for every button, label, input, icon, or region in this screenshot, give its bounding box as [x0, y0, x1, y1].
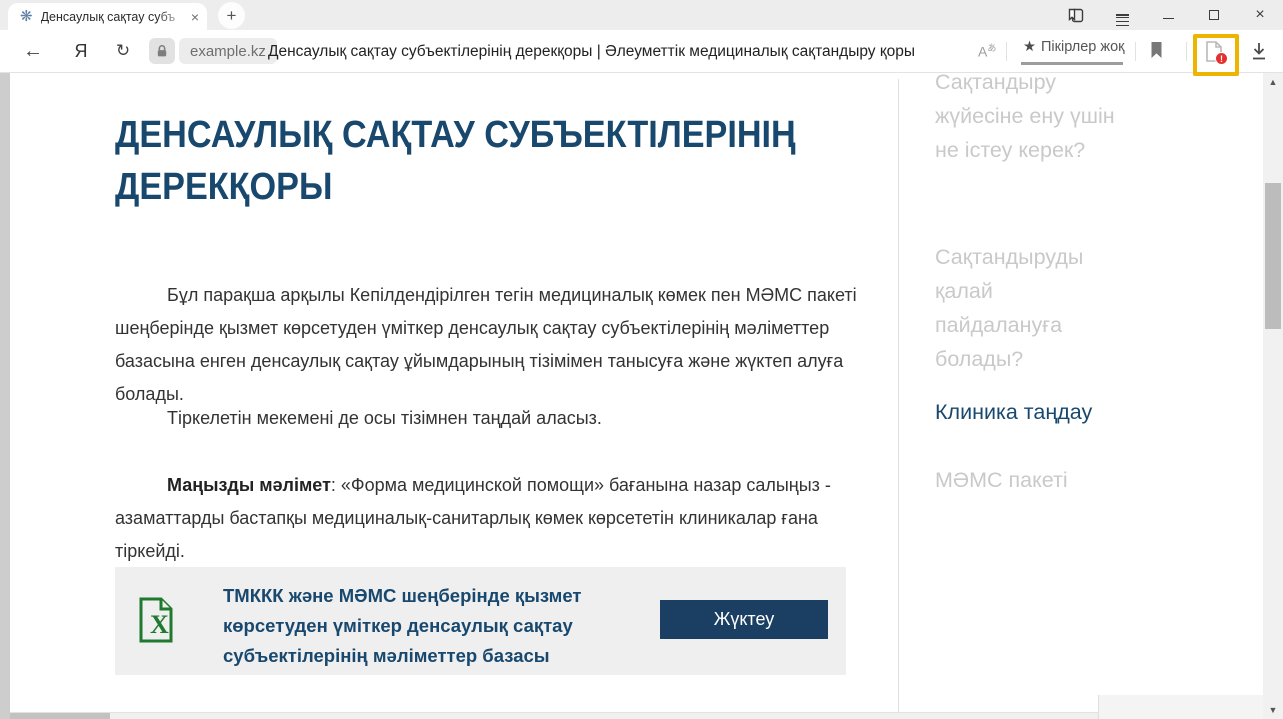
toolbar-divider — [1186, 42, 1187, 61]
page-viewport: ДЕНСАУЛЫҚ САҚТАУ СУБЪЕКТІЛЕРІНІҢ ДЕРЕКҚО… — [0, 73, 1283, 719]
reviews-button[interactable]: ★Пікірлер жоқ — [1023, 39, 1125, 55]
lock-icon[interactable] — [149, 38, 175, 64]
sidebar-item-insurance-join[interactable]: Сақтандыру жүйесіне ену үшін не істеу ке… — [935, 73, 1125, 167]
vertical-scrollbar-thumb[interactable] — [1265, 183, 1281, 329]
toolbar-divider — [1135, 42, 1136, 61]
new-tab-button[interactable]: + — [218, 2, 245, 29]
reviews-underline — [1021, 62, 1123, 65]
alert-badge: ! — [1215, 52, 1228, 65]
snowflake-favicon-icon: ❋ — [20, 9, 33, 24]
bookmark-icon[interactable] — [1148, 40, 1165, 65]
minimize-button[interactable] — [1145, 0, 1191, 30]
star-icon: ★ — [1023, 39, 1036, 55]
scroll-down-arrow-icon[interactable]: ▼ — [1263, 705, 1283, 715]
vertical-scrollbar[interactable]: ▲ ▼ — [1263, 73, 1283, 719]
excel-file-icon: X — [137, 595, 175, 650]
menu-icon[interactable] — [1099, 0, 1145, 30]
horizontal-scrollbar-thumb[interactable] — [10, 713, 110, 719]
toolbar-divider — [1006, 42, 1007, 61]
download-file-title: ТМККК және МӘМС шеңберінде қызмет көрсет… — [223, 581, 613, 671]
download-button[interactable]: Жүктеу — [660, 600, 828, 639]
content-sidebar-divider — [898, 79, 899, 719]
yandex-logo-button[interactable]: Я — [70, 41, 92, 62]
tab-close-icon[interactable]: × — [191, 9, 199, 25]
browser-tab[interactable]: ❋ Денсаулық сақтау субъ × — [8, 3, 207, 30]
sidebar-item-insurance-usage[interactable]: Сақтандыруды қалай пайдалануға болады? — [935, 240, 1125, 376]
tab-title: Денсаулық сақтау субъ — [41, 10, 187, 24]
download-card: X ТМККК және МӘМС шеңберінде қызмет көрс… — [115, 567, 846, 675]
scroll-corner — [1098, 695, 1263, 719]
sidebar-item-msi-package[interactable]: МӘМС пакеті — [935, 463, 1125, 497]
svg-text:X: X — [150, 610, 169, 639]
downloads-icon[interactable] — [1249, 40, 1269, 67]
select-paragraph: Тіркелетін мекемені де осы тізімнен таңд… — [115, 402, 860, 435]
page-left-margin — [0, 73, 10, 719]
scroll-up-arrow-icon[interactable]: ▲ — [1263, 77, 1283, 87]
address-bar-page-title[interactable]: Денсаулық сақтау субъектілерінің дерекқо… — [268, 30, 928, 73]
side-panel-icon[interactable] — [1053, 0, 1099, 30]
url-host-badge[interactable]: example.kz — [179, 38, 277, 64]
page-heading: ДЕНСАУЛЫҚ САҚТАУ СУБЪЕКТІЛЕРІНІҢ ДЕРЕКҚО… — [115, 109, 799, 213]
reload-button[interactable]: ↻ — [112, 41, 134, 61]
intro-paragraph: Бұл парақша арқылы Кепілдендірілген тегі… — [115, 279, 860, 411]
back-button[interactable]: ← — [20, 40, 46, 63]
horizontal-scrollbar[interactable] — [10, 712, 1098, 719]
close-window-button[interactable]: × — [1237, 0, 1283, 30]
tab-bar: ❋ Денсаулық сақтау субъ × + × — [0, 0, 1283, 30]
maximize-button[interactable] — [1191, 0, 1237, 30]
page-info-alert-icon[interactable]: ! — [1203, 39, 1225, 69]
sidebar-item-clinic-select[interactable]: Клиника таңдау — [935, 395, 1125, 429]
translate-icon[interactable]: Aあ — [978, 41, 996, 60]
important-label: Маңызды мәлімет — [167, 475, 331, 495]
browser-toolbar: ← Я ↻ example.kz Денсаулық сақтау субъек… — [0, 30, 1283, 73]
important-paragraph: Маңызды мәлімет: «Форма медицинской помо… — [115, 469, 860, 568]
